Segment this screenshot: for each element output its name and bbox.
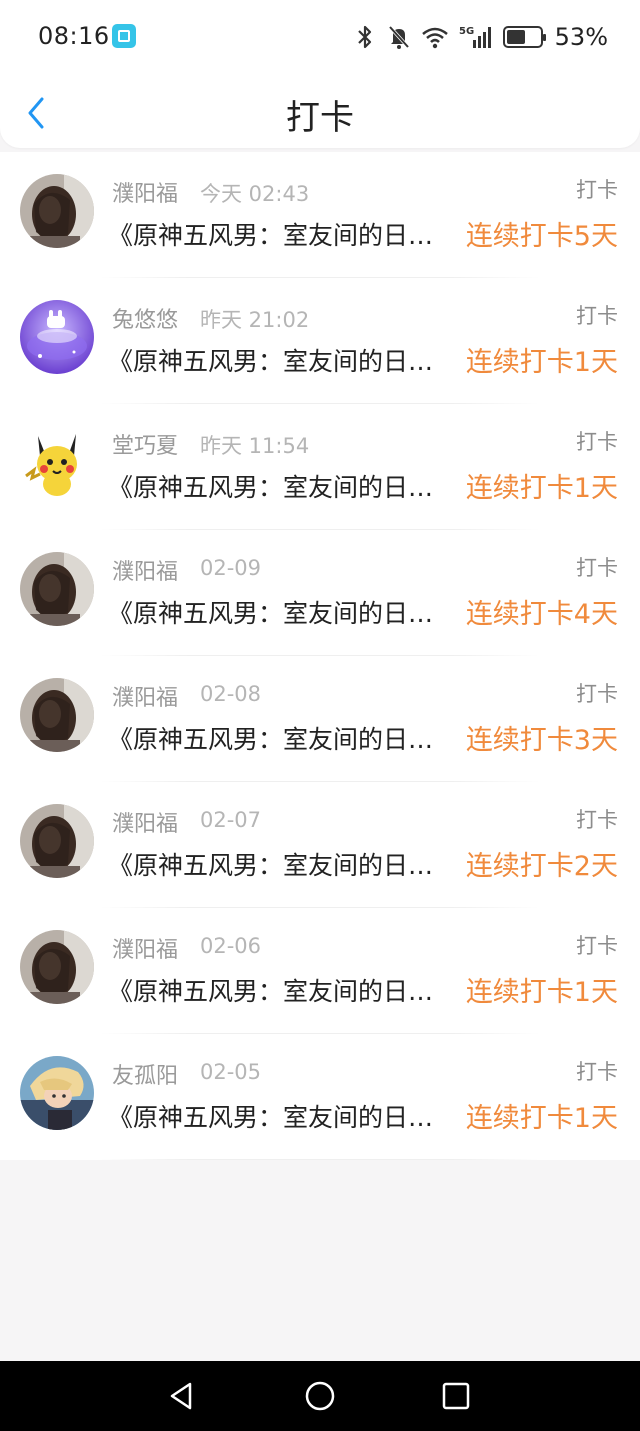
user-name[interactable]: 友孤阳 [112, 1058, 178, 1090]
avatar[interactable] [20, 426, 94, 500]
checkin-date: 02-09 [200, 556, 262, 580]
checkin-date: 今天 02:43 [200, 182, 310, 206]
home-circle-icon [305, 1381, 335, 1411]
user-name[interactable]: 濮阳福 [112, 932, 178, 964]
list-item[interactable]: 濮阳福 02-09 打卡 《原神五风男：室友间的日常》 连续打卡4天 [0, 530, 640, 656]
wifi-icon [421, 24, 449, 50]
avatar[interactable] [20, 804, 94, 878]
streak-count: 连续打卡5天 [465, 221, 618, 252]
list-item[interactable]: 濮阳福 02-08 打卡 《原神五风男：室友间的日常》 连续打卡3天 [0, 656, 640, 782]
checkin-type-label: 打卡 [576, 178, 618, 202]
book-title[interactable]: 《原神五风男：室友间的日常》 [108, 1098, 453, 1134]
system-nav-bar [0, 1361, 640, 1431]
svg-text:5G: 5G [459, 26, 474, 37]
book-title[interactable]: 《原神五风男：室友间的日常》 [108, 720, 453, 756]
checkin-date: 02-05 [200, 1060, 262, 1084]
book-title[interactable]: 《原神五风男：室友间的日常》 [108, 468, 453, 504]
avatar[interactable] [20, 1056, 94, 1130]
checkin-list: 濮阳福 今天 02:43 打卡 《原神五风男：室友间的日常》 连续打卡5天 兔悠… [0, 152, 640, 1160]
list-item[interactable]: 濮阳福 02-07 打卡 《原神五风男：室友间的日常》 连续打卡2天 [0, 782, 640, 908]
checkin-type-label: 打卡 [576, 682, 618, 706]
user-name[interactable]: 兔悠悠 [112, 302, 178, 334]
nav-home-button[interactable] [304, 1380, 336, 1412]
page-title: 打卡 [286, 98, 354, 138]
avatar[interactable] [20, 678, 94, 752]
user-name[interactable]: 濮阳福 [112, 176, 178, 208]
streak-count: 连续打卡4天 [465, 599, 618, 630]
battery-icon [502, 26, 546, 48]
user-name[interactable]: 堂巧夏 [112, 428, 178, 460]
bell-muted-icon [387, 24, 411, 50]
avatar[interactable] [20, 552, 94, 626]
user-name[interactable]: 濮阳福 [112, 554, 178, 586]
checkin-type-label: 打卡 [576, 304, 618, 328]
reader-app-icon [112, 24, 136, 48]
book-title[interactable]: 《原神五风男：室友间的日常》 [108, 342, 453, 378]
battery-level: 53% [554, 23, 608, 51]
list-item[interactable]: 兔悠悠 昨天 21:02 打卡 《原神五风男：室友间的日常》 连续打卡1天 [0, 278, 640, 404]
list-item[interactable]: 濮阳福 今天 02:43 打卡 《原神五风男：室友间的日常》 连续打卡5天 [0, 152, 640, 278]
checkin-type-label: 打卡 [576, 934, 618, 958]
streak-count: 连续打卡2天 [465, 851, 618, 882]
checkin-type-label: 打卡 [576, 556, 618, 580]
status-bar: 08:16 5G 53% [0, 0, 640, 76]
streak-count: 连续打卡3天 [465, 725, 618, 756]
header: 打卡 [0, 76, 640, 148]
status-icons: 5G 53% [353, 20, 608, 54]
list-item[interactable]: 濮阳福 02-06 打卡 《原神五风男：室友间的日常》 连续打卡1天 [0, 908, 640, 1034]
checkin-date: 昨天 21:02 [200, 308, 310, 332]
avatar[interactable] [20, 930, 94, 1004]
user-name[interactable]: 濮阳福 [112, 806, 178, 838]
checkin-date: 02-08 [200, 682, 262, 706]
checkin-date: 昨天 11:54 [200, 434, 310, 458]
checkin-type-label: 打卡 [576, 1060, 618, 1084]
back-triangle-icon [170, 1382, 192, 1410]
user-name[interactable]: 濮阳福 [112, 680, 178, 712]
top-card: 08:16 5G 53% 打卡 [0, 0, 640, 148]
status-time: 08:16 [38, 22, 110, 50]
avatar[interactable] [20, 174, 94, 248]
avatar[interactable] [20, 300, 94, 374]
streak-count: 连续打卡1天 [465, 473, 618, 504]
nav-back-button[interactable] [166, 1380, 198, 1412]
recents-square-icon [442, 1382, 470, 1410]
checkin-type-label: 打卡 [576, 808, 618, 832]
5g-signal-icon: 5G [459, 24, 493, 50]
checkin-date: 02-06 [200, 934, 262, 958]
book-title[interactable]: 《原神五风男：室友间的日常》 [108, 594, 453, 630]
bluetooth-icon [353, 24, 377, 50]
streak-count: 连续打卡1天 [465, 1103, 618, 1134]
streak-count: 连续打卡1天 [465, 977, 618, 1008]
book-title[interactable]: 《原神五风男：室友间的日常》 [108, 216, 453, 252]
checkin-type-label: 打卡 [576, 430, 618, 454]
nav-recents-button[interactable] [440, 1380, 472, 1412]
book-title[interactable]: 《原神五风男：室友间的日常》 [108, 846, 453, 882]
divider [100, 1159, 540, 1160]
book-title[interactable]: 《原神五风男：室友间的日常》 [108, 972, 453, 1008]
list-item[interactable]: 友孤阳 02-05 打卡 《原神五风男：室友间的日常》 连续打卡1天 [0, 1034, 640, 1160]
checkin-date: 02-07 [200, 808, 262, 832]
streak-count: 连续打卡1天 [465, 347, 618, 378]
list-item[interactable]: 堂巧夏 昨天 11:54 打卡 《原神五风男：室友间的日常》 连续打卡1天 [0, 404, 640, 530]
